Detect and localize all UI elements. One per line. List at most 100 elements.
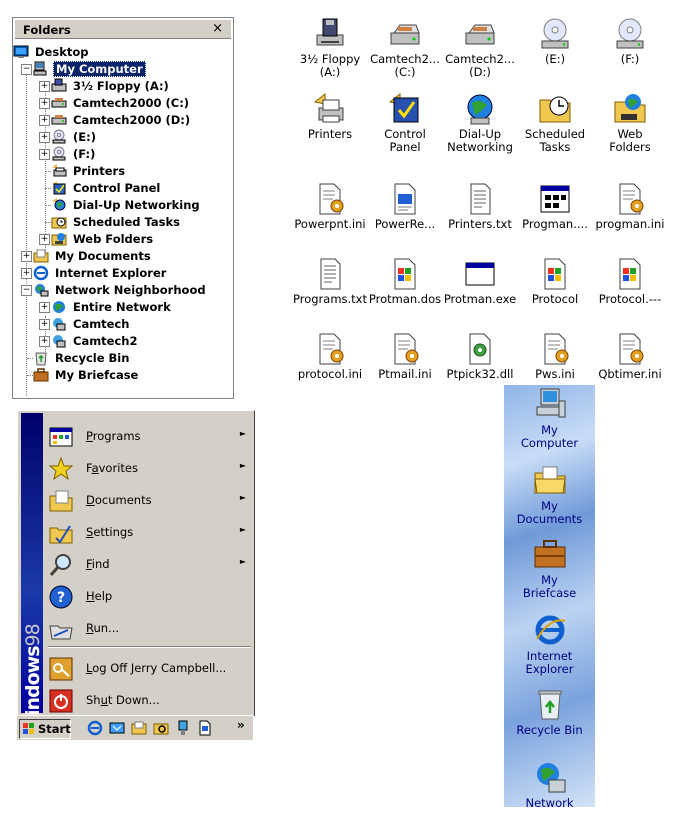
- file-icon-item[interactable]: Protman.exe: [442, 257, 518, 306]
- file-icon-item[interactable]: Powerpnt.ini: [292, 182, 368, 231]
- file-icon-item[interactable]: progman.ini: [592, 182, 668, 231]
- expand-icon[interactable]: +: [39, 149, 50, 160]
- tree-item-label: Desktop: [35, 45, 89, 59]
- recycle-bin-icon: [35, 352, 47, 366]
- floppy-drive-icon: [51, 78, 67, 92]
- programs-icon: [48, 424, 74, 450]
- expand-icon[interactable]: +: [39, 98, 50, 109]
- file-icon-item[interactable]: Dial-Up Networking: [442, 92, 518, 154]
- windows-file-icon: [538, 257, 572, 291]
- internet-explorer-icon[interactable]: [87, 720, 103, 736]
- show-desktop-icon[interactable]: [109, 720, 125, 736]
- file-icon-item[interactable]: 3½ Floppy (A:): [292, 17, 368, 79]
- file-icon-item[interactable]: Protocol.---: [592, 257, 668, 306]
- file-icon-item[interactable]: Ptmail.ini: [367, 332, 443, 381]
- expand-icon[interactable]: +: [39, 132, 50, 143]
- collapse-icon[interactable]: −: [21, 285, 32, 296]
- file-icon-item[interactable]: Qbtimer.ini: [592, 332, 668, 381]
- start-menu: Windows98 Programs ► Favorites ► Documents ► S…: [17, 410, 255, 736]
- start-button[interactable]: Start: [19, 719, 71, 739]
- file-icon-item[interactable]: (E:): [517, 17, 593, 66]
- my-computer-icon[interactable]: [175, 720, 191, 736]
- file-icon-label: Pws.ini: [535, 367, 575, 381]
- file-icon-item[interactable]: Protocol: [517, 257, 593, 306]
- menu-item-favorites[interactable]: Favorites ►: [48, 453, 254, 483]
- desktop-item-my-briefcase[interactable]: My Briefcase: [504, 537, 595, 600]
- file-icon-item[interactable]: PowerRe...: [367, 182, 443, 231]
- file-icon-item[interactable]: Ptpick32.dll: [442, 332, 518, 381]
- internet-explorer-icon: [533, 613, 567, 647]
- folder-icon[interactable]: [131, 720, 147, 736]
- program-manager-icon: [538, 182, 572, 216]
- desktop-item-label: My Documents: [516, 499, 583, 526]
- taskbar: Start »: [17, 715, 253, 740]
- file-icon-item[interactable]: Control Panel: [367, 92, 443, 154]
- desktop-item-label: Network: [525, 796, 574, 808]
- file-icon-item[interactable]: Camtech2... (D:): [442, 17, 518, 79]
- tree-line: [45, 84, 46, 256]
- desktop-item-my-documents[interactable]: My Documents: [504, 463, 595, 526]
- menu-item-settings[interactable]: Settings ►: [48, 517, 254, 547]
- menu-item-find[interactable]: Find ►: [48, 549, 254, 579]
- document-icon[interactable]: [197, 720, 213, 736]
- file-icon-item[interactable]: Printers: [292, 92, 368, 141]
- explorer-icon[interactable]: [153, 720, 169, 736]
- dll-file-icon: [463, 332, 497, 366]
- expand-icon[interactable]: +: [39, 234, 50, 245]
- expand-icon[interactable]: +: [39, 115, 50, 126]
- file-icon-label: Protocol: [531, 292, 579, 306]
- menu-item-help[interactable]: ? Help: [48, 581, 254, 611]
- menu-item-programs[interactable]: Programs ►: [48, 421, 254, 451]
- collapse-icon[interactable]: −: [21, 64, 32, 75]
- file-icon-item[interactable]: (F:): [592, 17, 668, 66]
- expand-icon[interactable]: +: [21, 268, 32, 279]
- shut-down-icon: [48, 688, 74, 714]
- file-icon-item[interactable]: Programs.txt: [292, 257, 368, 306]
- expand-icon[interactable]: +: [39, 319, 50, 330]
- tree-item-label: Recycle Bin: [55, 351, 130, 365]
- file-icon-item[interactable]: Pws.ini: [517, 332, 593, 381]
- desktop-item-recycle-bin[interactable]: Recycle Bin: [504, 687, 595, 737]
- expand-icon[interactable]: +: [39, 302, 50, 313]
- desktop-strip: My Computer My Documents My Briefcase Internet…: [504, 385, 595, 807]
- expand-icon[interactable]: +: [39, 81, 50, 92]
- file-icon-item[interactable]: Camtech2... (C:): [367, 17, 443, 79]
- menu-item-run[interactable]: Run...: [48, 613, 254, 643]
- menu-item-label: Programs: [86, 429, 141, 443]
- tree-item-label: My Briefcase: [55, 368, 139, 382]
- close-icon[interactable]: ×: [212, 21, 223, 36]
- menu-item-label: Log Off Jerry Campbell...: [86, 661, 227, 675]
- start-menu-banner: Windows98: [21, 413, 44, 736]
- settings-icon: [48, 520, 74, 546]
- hard-drive-icon: [463, 17, 497, 51]
- expand-icon[interactable]: +: [21, 251, 32, 262]
- file-icon-label: Control Panel: [384, 127, 426, 154]
- menu-item-label: Settings: [86, 525, 134, 539]
- printers-icon: [313, 92, 347, 126]
- desktop-item-network[interactable]: Network: [504, 760, 595, 807]
- file-icon-label: Powerpnt.ini: [294, 217, 366, 231]
- log-off-icon: [48, 656, 74, 682]
- menu-item-shut-down[interactable]: Shut Down...: [48, 685, 254, 715]
- menu-item-log-off[interactable]: Log Off Jerry Campbell...: [48, 653, 254, 683]
- brand-number: 98: [22, 624, 44, 647]
- file-icon-item[interactable]: Progman....: [517, 182, 593, 231]
- menu-item-documents[interactable]: Documents ►: [48, 485, 254, 515]
- web-folders-icon: [51, 233, 67, 246]
- cd-drive-icon: [538, 17, 572, 51]
- expand-icon[interactable]: +: [39, 336, 50, 347]
- desktop-item-label: My Briefcase: [522, 573, 577, 600]
- help-icon: ?: [48, 584, 74, 610]
- file-icon-item[interactable]: Web Folders: [592, 92, 668, 154]
- more-chevron-icon[interactable]: »: [237, 718, 245, 732]
- file-icon-item[interactable]: Protman.dos: [367, 257, 443, 306]
- desktop-item-my-computer[interactable]: My Computer: [504, 387, 595, 450]
- submenu-arrow-icon: ►: [239, 461, 246, 470]
- file-icon-item[interactable]: Printers.txt: [442, 182, 518, 231]
- desktop-icon: [13, 45, 29, 58]
- tree-item-label: 3½ Floppy (A:): [73, 79, 169, 93]
- ini-file-icon: [313, 332, 347, 366]
- desktop-item-internet-explorer[interactable]: Internet Explorer: [504, 613, 595, 676]
- file-icon-item[interactable]: protocol.ini: [292, 332, 368, 381]
- file-icon-item[interactable]: Scheduled Tasks: [517, 92, 593, 154]
